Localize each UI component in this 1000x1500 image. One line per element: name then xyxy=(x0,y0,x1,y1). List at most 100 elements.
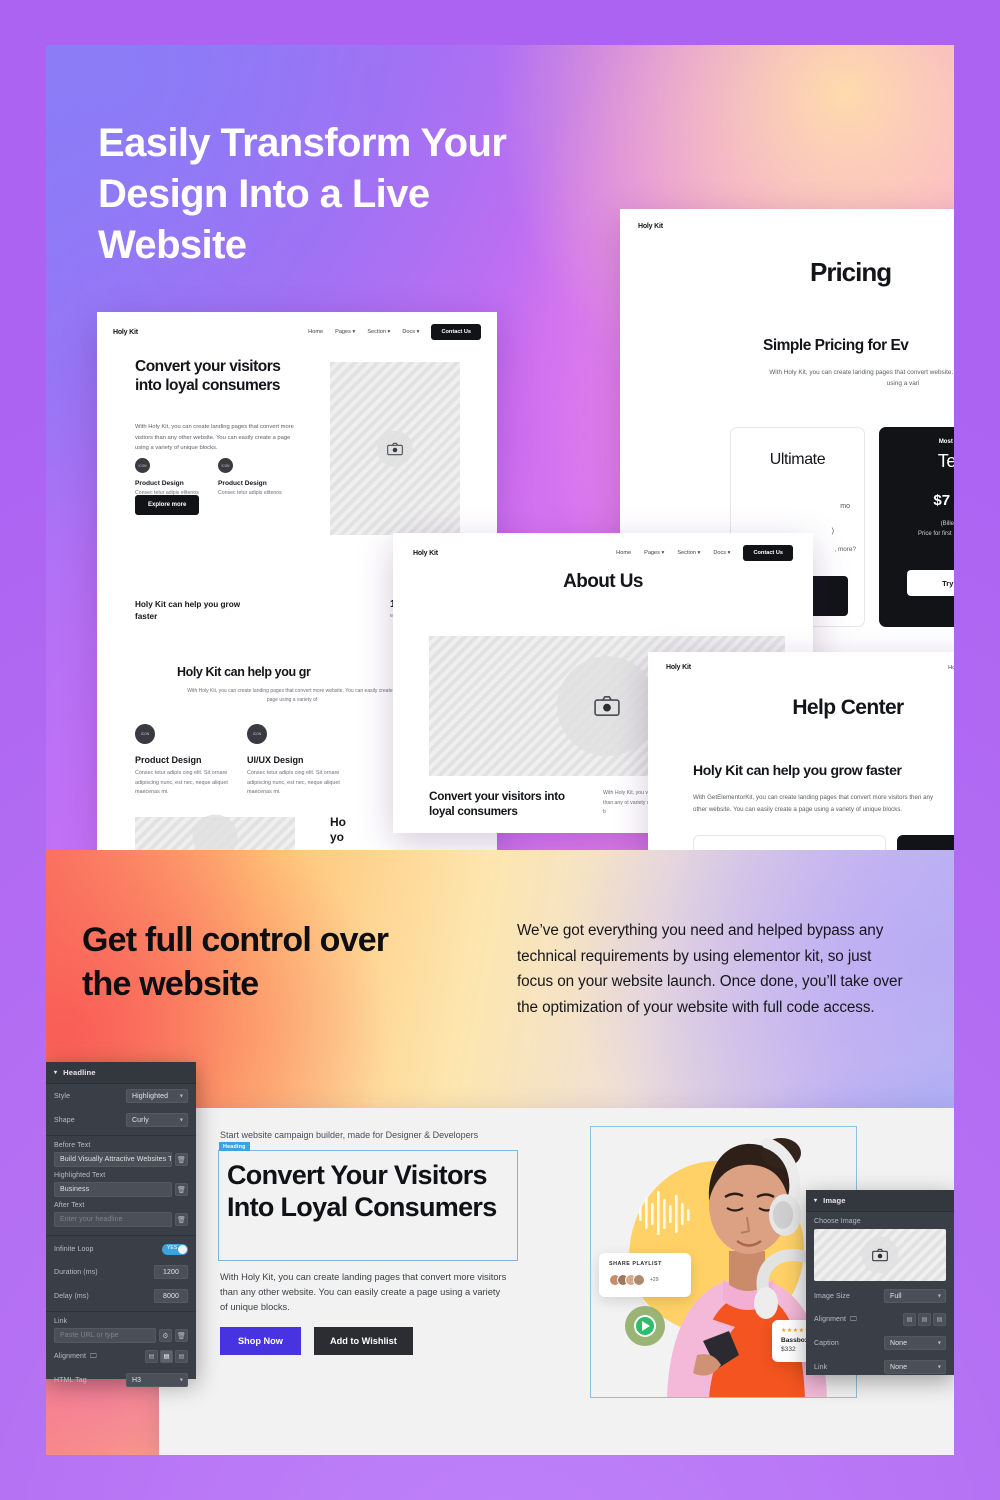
trash-icon[interactable]: 🗑 xyxy=(175,1153,188,1166)
share-playlist-card[interactable]: SHARE PLAYLIST +29 xyxy=(599,1253,691,1297)
html-tag-select[interactable]: H3 xyxy=(126,1373,188,1387)
help-tile-support[interactable]: Support Browse our library of 400+ free … xyxy=(693,835,886,850)
gear-icon[interactable]: ⚙ xyxy=(159,1329,172,1342)
section-body: We’ve got everything you need and helped… xyxy=(517,922,903,1016)
desktop-icon[interactable]: 🖵 xyxy=(850,1316,857,1324)
play-vinyl-icon[interactable] xyxy=(624,1305,666,1347)
caption-row[interactable]: Caption None xyxy=(806,1331,954,1355)
help-headline: Holy Kit can help you grow faster xyxy=(693,762,902,778)
align-left-icon[interactable]: ▤ xyxy=(145,1350,158,1363)
style-select[interactable]: Highlighted xyxy=(126,1089,188,1103)
image-size-row[interactable]: Image Size Full xyxy=(806,1281,954,1308)
after-text-input[interactable]: Enter your headline xyxy=(54,1212,172,1227)
hero-title: Easily Transform Your Design Into a Live… xyxy=(98,121,507,267)
after-text-row[interactable]: Enter your headline 🗑 xyxy=(54,1212,188,1227)
html-tag-row[interactable]: HTML Tag H3 xyxy=(46,1368,196,1392)
choose-image-dropzone[interactable] xyxy=(814,1229,946,1281)
trash-icon[interactable]: 🗑 xyxy=(175,1329,188,1342)
about-nav-pages[interactable]: Pages ▾ xyxy=(644,550,664,556)
link-input[interactable]: Paste URL or type xyxy=(54,1328,156,1343)
plan-ultimate-note1: ) xyxy=(831,528,834,535)
divider xyxy=(46,1311,196,1312)
caption-label: Caption xyxy=(814,1339,839,1347)
image-panel-header[interactable]: ▾ Image xyxy=(806,1190,954,1212)
align-left-icon[interactable]: ▤ xyxy=(903,1313,916,1326)
avatars xyxy=(609,1274,645,1286)
camera-icon xyxy=(872,1248,888,1262)
image-size-select[interactable]: Full xyxy=(884,1289,946,1303)
style-row[interactable]: Style Highlighted xyxy=(46,1084,196,1108)
feature-icon-0: ICON xyxy=(135,458,150,473)
duration-input[interactable]: 1200 xyxy=(154,1265,188,1279)
highlighted-text-row[interactable]: Business 🗑 xyxy=(54,1182,188,1197)
style-label: Style xyxy=(54,1092,71,1100)
editor-heading-widget[interactable]: Heading Convert Your Visitors Into Loyal… xyxy=(218,1142,518,1261)
camera-icon xyxy=(387,442,403,455)
home-service-1: ICON UI/UX Design Consec tetur adipis ci… xyxy=(247,724,343,798)
help-nav-home[interactable]: Home xyxy=(948,665,954,671)
home-nav-home[interactable]: Home xyxy=(308,329,323,335)
trash-icon[interactable]: 🗑 xyxy=(175,1183,188,1196)
shop-now-button[interactable]: Shop Now xyxy=(220,1327,301,1355)
plan-ultimate-note2: , more? xyxy=(834,546,856,553)
plan-team-note2: Price for first 100 users, more? xyxy=(917,531,954,537)
infinite-loop-label: Infinite Loop xyxy=(54,1246,94,1253)
service-desc-0: Consec tetur adipis cing elit. Sit ornar… xyxy=(135,770,228,796)
trash-icon[interactable]: 🗑 xyxy=(175,1213,188,1226)
chevron-down-icon: ▾ xyxy=(54,1070,58,1076)
after-text-label: After Text xyxy=(54,1202,85,1209)
home-nav-section[interactable]: Section ▾ xyxy=(367,329,390,335)
align-right-icon[interactable]: ▤ xyxy=(933,1313,946,1326)
plan-team-cta[interactable]: Try it free xyxy=(907,570,954,596)
shape-select[interactable]: Curly xyxy=(126,1113,188,1127)
image-alignment-label: Alignment xyxy=(814,1316,847,1323)
link-row[interactable]: Paste URL or type ⚙ 🗑 xyxy=(54,1328,188,1343)
divider xyxy=(46,1135,196,1136)
delay-input[interactable]: 8000 xyxy=(154,1289,188,1303)
image-alignment-buttons[interactable]: ▤ ▤ ▤ xyxy=(903,1313,946,1326)
home-nav-pages[interactable]: Pages ▾ xyxy=(335,329,355,335)
before-text-row[interactable]: Build Visually Attractive Websites That … xyxy=(54,1152,188,1167)
delay-row[interactable]: Delay (ms) 8000 xyxy=(46,1284,196,1308)
home-section-title: Holy Kit can help you gr xyxy=(177,665,311,679)
desktop-icon[interactable]: 🖵 xyxy=(90,1353,97,1361)
elementor-image-panel[interactable]: ▾ Image Choose Image Image Size Full ▾ A… xyxy=(806,1190,954,1375)
alignment-buttons[interactable]: ▤ ▤ ▤ xyxy=(145,1350,188,1363)
alignment-row[interactable]: Alignment 🖵 ▤ ▤ ▤ xyxy=(46,1343,196,1368)
image-link-row[interactable]: Link None xyxy=(806,1355,954,1379)
camera-icon xyxy=(594,695,620,717)
align-center-icon[interactable]: ▤ xyxy=(918,1313,931,1326)
shape-label: Shape xyxy=(54,1116,75,1124)
home-nav-cta[interactable]: Contact Us xyxy=(431,324,481,340)
home-nav-docs[interactable]: Docs ▾ xyxy=(402,329,419,335)
plan-card-team[interactable]: Most Selected Team $7 user/mo (Billed Ye… xyxy=(879,427,954,627)
plan-team-name: Team xyxy=(937,451,954,471)
before-text-input[interactable]: Build Visually Attractive Websites That … xyxy=(54,1152,172,1167)
home-feature-1: ICON Product Design Consec tetur adipis … xyxy=(218,458,282,496)
plan-ultimate-name: Ultimate xyxy=(769,451,826,468)
shape-row[interactable]: Shape Curly xyxy=(46,1108,196,1132)
highlighted-text-input[interactable]: Business xyxy=(54,1182,172,1197)
about-nav-docs[interactable]: Docs ▾ xyxy=(713,550,730,556)
align-right-icon[interactable]: ▤ xyxy=(175,1350,188,1363)
about-nav-cta[interactable]: Contact Us xyxy=(743,545,793,561)
add-to-wishlist-button[interactable]: Add to Wishlist xyxy=(314,1327,413,1355)
headline-panel-header[interactable]: ▾ Headline xyxy=(46,1062,196,1084)
home-explore-button[interactable]: Explore more xyxy=(135,495,200,515)
editor-paragraph: With Holy Kit, you can create landing pa… xyxy=(220,1272,507,1312)
about-nav-section[interactable]: Section ▾ xyxy=(677,550,700,556)
infinite-loop-toggle[interactable]: YES xyxy=(162,1244,188,1255)
image-link-select[interactable]: None xyxy=(884,1360,946,1374)
duration-row[interactable]: Duration (ms) 1200 xyxy=(46,1260,196,1284)
help-tile-sales[interactable]: Sales Browse our library of 400+ free l … xyxy=(897,835,954,850)
mock-help-page[interactable]: Holy Kit Home Pages ▾ Section Help Cente… xyxy=(648,652,954,850)
caption-select[interactable]: None xyxy=(884,1336,946,1350)
about-nav-home[interactable]: Home xyxy=(616,550,631,556)
image-alignment-row[interactable]: Alignment 🖵 ▤ ▤ ▤ xyxy=(806,1308,954,1331)
about-headline: Convert your visitors into loyal consume… xyxy=(429,789,565,818)
infinite-loop-row[interactable]: Infinite Loop YES xyxy=(46,1239,196,1260)
home-stat-title: Holy Kit can help you grow faster xyxy=(135,600,241,621)
home-paragraph: With Holy Kit, you can create landing pa… xyxy=(135,424,294,451)
align-center-icon[interactable]: ▤ xyxy=(160,1350,173,1363)
elementor-headline-panel[interactable]: ▾ Headline Style Highlighted Shape Curly… xyxy=(46,1062,196,1387)
